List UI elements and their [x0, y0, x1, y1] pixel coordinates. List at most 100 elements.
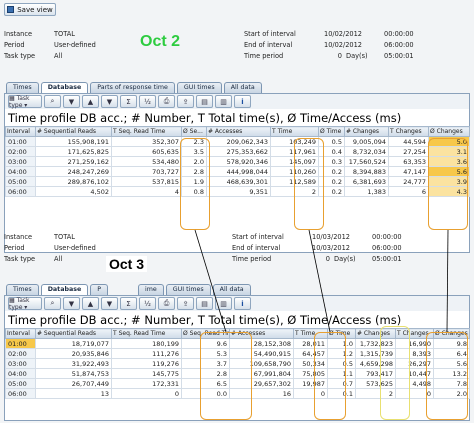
tab-all-data[interactable]: All data — [212, 284, 251, 295]
col-header[interactable]: Ø Changes — [433, 328, 470, 339]
table-row[interactable]: 06:00 13 0 0.0 16 0 0.1 2 0 2.0 — [5, 388, 470, 399]
cell: 01:00 — [5, 136, 36, 147]
info-button[interactable]: i — [234, 95, 251, 108]
find-button[interactable]: ⌕ — [44, 297, 61, 310]
table-row[interactable]: 01:00 18,719,077 180,199 9.6 28,152,308 28,01… — [5, 338, 470, 349]
table-row[interactable]: 05:00 289,876,102 537,815 1.9 468,639,301 112… — [5, 176, 470, 187]
sort-asc-button[interactable]: ▲ — [82, 95, 99, 108]
tab-database[interactable]: Database — [40, 82, 89, 93]
table-row[interactable]: 02:00 171,625,825 605,635 3.5 275,353,662 117… — [5, 146, 470, 157]
cell: 24,777 — [388, 176, 429, 187]
bottom-tabstrip: Times Database P ime GUI times All data — [6, 284, 253, 295]
sum-icon: Σ — [126, 97, 131, 106]
value-days-unit: Day(s) — [334, 255, 356, 263]
col-header[interactable]: Ø Se... — [181, 126, 207, 137]
task-type-button[interactable]: ▦ Task type ▾ — [8, 95, 42, 109]
cell: 3.5 — [181, 146, 207, 157]
cell: 1,732,823 — [355, 338, 396, 349]
value-start-date: 10/03/2012 — [312, 233, 351, 241]
col-header[interactable]: Interval — [5, 328, 36, 339]
export-icon: ⇪ — [182, 97, 189, 106]
info-button[interactable]: i — [234, 297, 251, 310]
subtotal-button[interactable]: ½ — [139, 95, 156, 108]
col-header[interactable]: T Seq. Read Time — [111, 126, 182, 137]
col-header[interactable]: # Changes — [344, 126, 389, 137]
col-header[interactable]: T Time — [293, 328, 328, 339]
table-row[interactable]: 03:00 31,922,493 119,276 3.7 109,658,790 50,3… — [5, 358, 470, 369]
table-row[interactable]: 03:00 271,259,162 534,480 2.0 578,920,346 145… — [5, 156, 470, 167]
col-header[interactable]: Ø Changes — [428, 126, 470, 137]
sort-desc-icon: ▼ — [106, 97, 113, 106]
export-icon: ⇪ — [182, 299, 189, 308]
table-row[interactable]: 04:00 51,874,753 145,775 2.8 67,991,804 75,80… — [5, 368, 470, 379]
sort-asc-icon: ▲ — [87, 97, 94, 106]
sum-button[interactable]: Σ — [120, 297, 137, 310]
sort-desc-button[interactable]: ▼ — [101, 95, 118, 108]
cell: 271,259,162 — [35, 156, 112, 167]
tab-database[interactable]: Database — [40, 284, 89, 295]
col-header[interactable]: Ø Seq. Read Time — [181, 328, 230, 339]
tab-times[interactable]: Times — [6, 82, 39, 93]
table-row[interactable]: 02:00 20,935,846 111,276 5.3 54,490,915 64,45… — [5, 348, 470, 359]
tab-gui-times[interactable]: GUI times — [165, 284, 211, 295]
save-view-button[interactable]: Save view — [4, 3, 56, 16]
col-header[interactable]: Interval — [5, 126, 36, 137]
col-header[interactable]: Ø Time — [318, 126, 345, 137]
table-row[interactable]: 01:00 155,908,191 352,307 2.3 209,062,343 103… — [5, 136, 470, 147]
sum-button[interactable]: Σ — [120, 95, 137, 108]
cell: 16 — [229, 388, 294, 399]
chart-button[interactable]: ▥ — [215, 297, 232, 310]
col-header[interactable]: # Changes — [355, 328, 396, 339]
col-header[interactable]: # Accesses — [229, 328, 294, 339]
cell: 05:00 — [5, 176, 36, 187]
cell: 18,719,077 — [35, 338, 112, 349]
col-header[interactable]: T Time — [270, 126, 319, 137]
export-button[interactable]: ⇪ — [177, 297, 194, 310]
col-header[interactable]: Ø Time — [327, 328, 356, 339]
find-button[interactable]: ⌕ — [44, 95, 61, 108]
col-header[interactable]: # Accesses — [206, 126, 271, 137]
sort-asc-button[interactable]: ▲ — [82, 297, 99, 310]
tab-parts-truncated[interactable]: P — [90, 284, 109, 295]
print-button[interactable]: ⎙ — [158, 297, 175, 310]
tab-time-truncated[interactable]: ime — [138, 284, 164, 295]
chart-button[interactable]: ▥ — [215, 95, 232, 108]
table-row[interactable]: 06:00 4,502 4 0.8 9,351 2 0.2 1,383 6 4.3 — [5, 186, 470, 197]
print-button[interactable]: ⎙ — [158, 95, 175, 108]
tab-all-data[interactable]: All data — [223, 82, 262, 93]
export-button[interactable]: ⇪ — [177, 95, 194, 108]
task-type-button[interactable]: ▦ Task type ▾ — [8, 296, 42, 311]
layout-button[interactable]: ▤ — [196, 95, 213, 108]
cell: 289,876,102 — [35, 176, 112, 187]
col-header[interactable]: T Changes — [388, 126, 429, 137]
cell: 6 — [388, 186, 429, 197]
task-type-icon: ▦ Task type ▾ — [9, 296, 30, 311]
print-icon: ⎙ — [163, 299, 170, 307]
sort-desc-button[interactable]: ▼ — [101, 297, 118, 310]
cell: 4,659,298 — [355, 358, 396, 369]
cell: 19,987 — [293, 378, 328, 389]
cell: 2.8 — [181, 166, 207, 177]
col-header[interactable]: T Seq. Read Time — [111, 328, 182, 339]
cell: 171,625,825 — [35, 146, 112, 157]
subtotal-button[interactable]: ½ — [139, 297, 156, 310]
layout-button[interactable]: ▤ — [196, 297, 213, 310]
filter-button[interactable]: ▼ — [63, 95, 80, 108]
col-header[interactable]: # Sequential Reads — [35, 328, 112, 339]
table-row[interactable]: 04:00 248,247,269 703,727 2.8 444,998,044 110… — [5, 166, 470, 177]
table-row[interactable]: 05:00 26,707,449 172,331 6.5 29,657,302 19,98… — [5, 378, 470, 389]
cell: 145,097 — [270, 156, 319, 167]
cell: 1.0 — [327, 338, 356, 349]
cell: 8,732,034 — [344, 146, 389, 157]
col-header[interactable]: T Changes — [395, 328, 434, 339]
cell: 1,383 — [344, 186, 389, 197]
tab-parts-of-response-time[interactable]: Parts of response time — [90, 82, 175, 93]
col-header[interactable]: # Sequential Reads — [35, 126, 112, 137]
label-period: Period — [4, 244, 25, 252]
cell: 02:00 — [5, 348, 36, 359]
cell: 0.7 — [327, 378, 356, 389]
filter-button[interactable]: ▼ — [63, 297, 80, 310]
cell: 103,249 — [270, 136, 319, 147]
tab-gui-times[interactable]: GUI times — [176, 82, 222, 93]
tab-times[interactable]: Times — [6, 284, 39, 295]
